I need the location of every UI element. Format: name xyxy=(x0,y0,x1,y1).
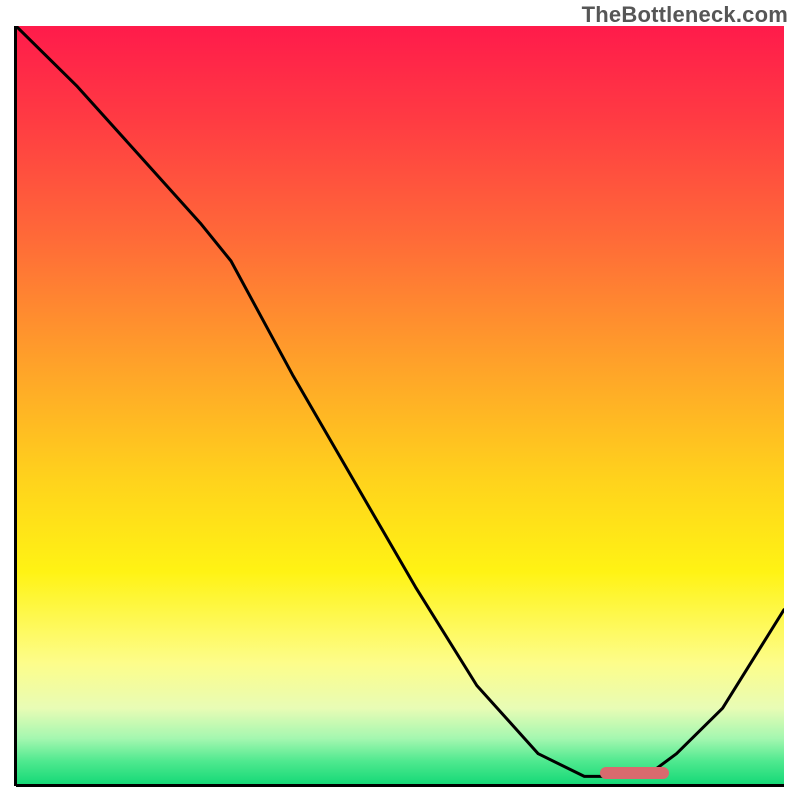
optimal-range-marker xyxy=(600,767,669,779)
bottleneck-curve xyxy=(16,26,784,784)
x-axis xyxy=(16,784,784,787)
chart-container: TheBottleneck.com xyxy=(0,0,800,800)
y-axis xyxy=(14,26,17,786)
watermark-text: TheBottleneck.com xyxy=(582,2,788,28)
